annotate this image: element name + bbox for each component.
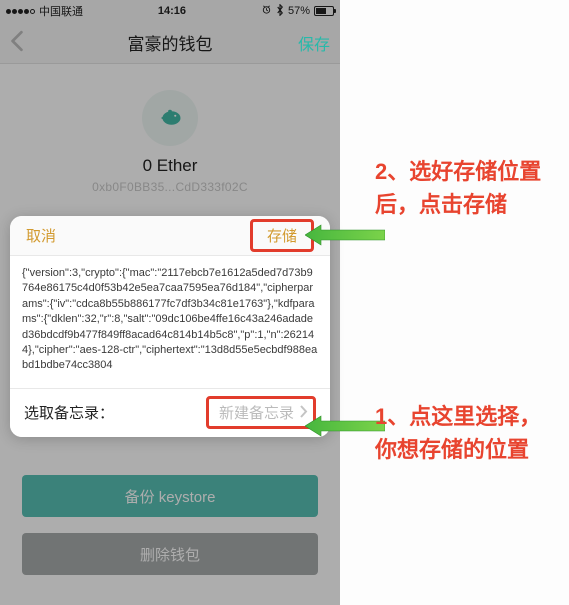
cancel-button[interactable]: 取消 — [26, 225, 56, 246]
phone-frame: 中国联通 14:16 57% 富豪的钱包 保存 — [0, 0, 340, 605]
save-button[interactable]: 保存 — [298, 31, 330, 55]
annotation-text-1: 1、点这里选择，你想存储的位置 — [375, 400, 560, 466]
annotation-text-2: 2、选好存储位置后，点击存储 — [375, 155, 560, 221]
export-sheet: 取消 存储 {"version":3,"crypto":{"mac":"2117… — [10, 216, 330, 437]
store-button[interactable]: 存储 — [253, 222, 311, 249]
annotation-highlight-memo: 新建备忘录 — [206, 396, 316, 429]
memo-picker[interactable]: 新建备忘录 — [219, 402, 294, 423]
annotation-highlight-store: 存储 — [250, 219, 314, 252]
memo-select-label: 选取备忘录： — [24, 402, 114, 423]
chevron-right-icon — [300, 405, 308, 421]
memo-select-row: 选取备忘录： 新建备忘录 — [10, 389, 330, 437]
sheet-header: 取消 存储 — [10, 216, 330, 256]
keystore-json-text[interactable]: {"version":3,"crypto":{"mac":"2117ebcb7e… — [10, 256, 330, 389]
